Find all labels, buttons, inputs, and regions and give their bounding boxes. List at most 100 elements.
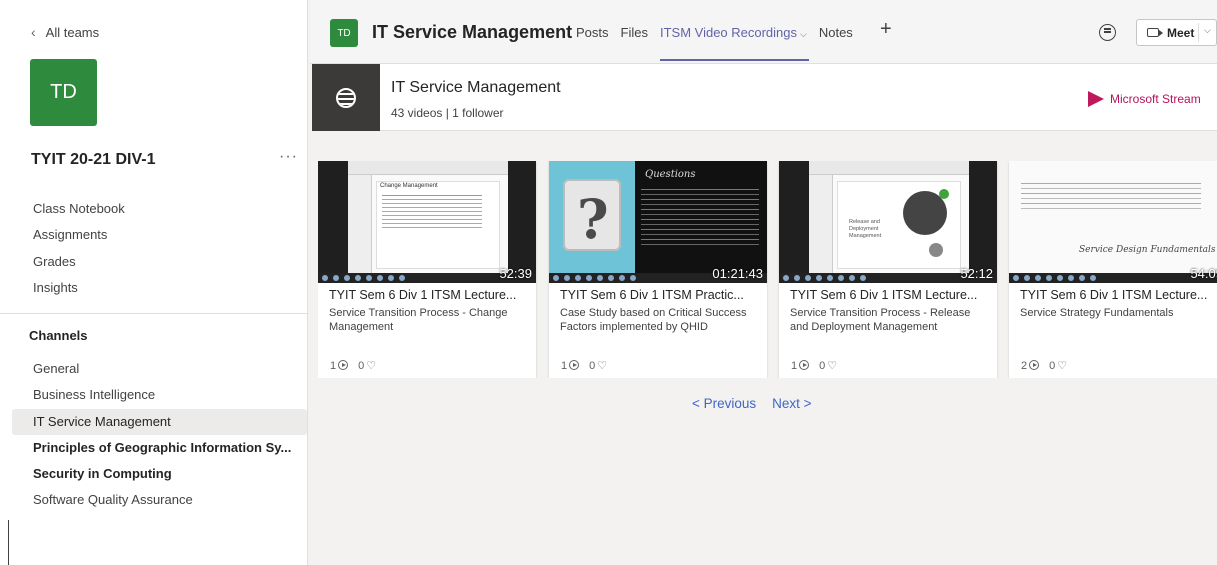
video-description: Case Study based on Critical Success Fac… <box>560 307 747 333</box>
team-avatar: TD <box>30 59 97 126</box>
video-thumbnail[interactable]: Change Management 52:39 <box>318 161 536 283</box>
channel-security-in-computing[interactable]: Security in Computing <box>0 461 308 487</box>
channel-it-service-management[interactable]: IT Service Management <box>12 408 307 435</box>
team-name[interactable]: TYIT 20-21 DIV-1 <box>31 151 156 169</box>
channel-business-intelligence[interactable]: Business Intelligence <box>0 382 308 408</box>
back-label: All teams <box>45 24 100 40</box>
slide-title: Service Design Fundamentals <box>1079 245 1216 255</box>
pagination: < Previous Next > <box>692 396 812 411</box>
stream-channel-title[interactable]: IT Service Management <box>391 79 561 97</box>
taskbar-strip <box>1009 273 1217 283</box>
globe-icon <box>336 87 356 108</box>
team-nav-list: Class Notebook Assignments Grades Insigh… <box>0 196 308 301</box>
video-thumbnail[interactable]: ? Questions 01:21:43 <box>549 161 767 283</box>
video-card[interactable]: Service Design Fundamentals 54:09 TYIT S… <box>1009 161 1217 378</box>
video-card[interactable]: Change Management 52:39 TYIT Sem 6 Div 1… <box>318 161 536 378</box>
video-card[interactable]: Release and Deployment Management 52:12 … <box>779 161 997 378</box>
slide-text-lines <box>1021 183 1201 184</box>
video-title[interactable]: TYIT Sem 6 Div 1 ITSM Lecture... <box>790 288 990 302</box>
video-card[interactable]: ? Questions 01:21:43 TYIT Sem 6 Div 1 IT… <box>549 161 767 378</box>
view-count: 2 <box>1021 359 1028 372</box>
video-title[interactable]: TYIT Sem 6 Div 1 ITSM Lecture... <box>1020 288 1217 302</box>
team-more-options-button[interactable]: ··· <box>279 148 298 166</box>
tab-label: ITSM Video Recordings <box>659 25 798 40</box>
divider <box>1198 23 1199 42</box>
channel-general[interactable]: General <box>0 356 308 382</box>
heart-icon[interactable]: ♡ <box>597 360 607 372</box>
video-stats: 2 0 ♡ <box>1021 359 1067 372</box>
tab-notes[interactable]: Notes <box>819 25 853 61</box>
conversation-icon[interactable] <box>1099 24 1116 41</box>
channel-team-avatar: TD <box>330 19 358 47</box>
stream-logo-icon <box>1088 91 1104 107</box>
like-count: 0 <box>1049 360 1056 372</box>
nav-item-grades[interactable]: Grades <box>0 249 308 275</box>
tab-files[interactable]: Files <box>621 25 648 61</box>
question-mark-icon: ? <box>577 187 609 251</box>
nav-item-assignments[interactable]: Assignments <box>0 222 308 248</box>
video-description: Service Transition Process - Change Mana… <box>329 307 508 333</box>
slide-title: Change Management <box>380 183 438 189</box>
video-title[interactable]: TYIT Sem 6 Div 1 ITSM Lecture... <box>329 288 529 302</box>
like-count: 0 <box>358 360 365 372</box>
stream-channel-banner: IT Service Management 43 videos | 1 foll… <box>312 64 1217 131</box>
tab-label: Posts <box>576 25 609 40</box>
video-grid: Change Management 52:39 TYIT Sem 6 Div 1… <box>318 161 1217 378</box>
meet-label: Meet <box>1167 25 1195 40</box>
back-to-all-teams[interactable]: ‹ All teams <box>31 24 99 40</box>
tab-label: Notes <box>818 25 853 40</box>
video-stats: 1 0 ♡ <box>330 359 376 372</box>
previous-page-link[interactable]: < Previous <box>692 396 756 411</box>
channel-list: General Business Intelligence IT Service… <box>0 356 308 514</box>
view-count: 1 <box>330 359 337 372</box>
tab-label: Files <box>620 25 648 40</box>
heart-icon[interactable]: ♡ <box>1057 360 1067 372</box>
stream-channel-logo <box>312 64 380 131</box>
divider <box>8 520 9 565</box>
video-description: Service Transition Process - Release and… <box>790 307 971 333</box>
slide-title: Release and Deployment Management <box>849 219 882 239</box>
channel-geographic-information-systems[interactable]: Principles of Geographic Information Sy.… <box>0 435 308 461</box>
heart-icon[interactable]: ♡ <box>827 360 837 372</box>
left-rail: ‹ All teams TD TYIT 20-21 DIV-1 ··· Clas… <box>0 0 308 565</box>
divider <box>0 313 308 314</box>
nav-item-insights[interactable]: Insights <box>0 275 308 301</box>
slide-thumbnail: Change Management <box>348 161 508 273</box>
video-stats: 1 0 ♡ <box>561 359 607 372</box>
channels-heading: Channels <box>29 328 88 343</box>
channel-tabs: Posts Files ITSM Video Recordings ⌵ Notes <box>576 25 865 61</box>
video-stats: 1 0 ♡ <box>791 359 837 372</box>
next-page-link[interactable]: Next > <box>772 396 811 411</box>
channel-software-quality-assurance[interactable]: Software Quality Assurance <box>0 487 308 513</box>
video-description: Service Strategy Fundamentals <box>1020 307 1174 319</box>
play-circle-icon <box>1029 359 1040 370</box>
meet-button[interactable]: Meet ⌵ <box>1136 19 1217 46</box>
chevron-left-icon: ‹ <box>31 24 36 40</box>
channel-header: TD IT Service Management Posts Files ITS… <box>310 0 1217 64</box>
tab-itsm-video-recordings[interactable]: ITSM Video Recordings ⌵ <box>659 25 809 61</box>
slide-title: Questions <box>645 169 696 180</box>
video-camera-icon <box>1147 28 1163 37</box>
view-count: 1 <box>791 359 798 372</box>
heart-icon[interactable]: ♡ <box>366 360 376 372</box>
video-duration: 52:12 <box>960 266 993 281</box>
slide-thumbnail: Release and Deployment Management <box>809 161 969 273</box>
video-thumbnail[interactable]: Release and Deployment Management 52:12 <box>779 161 997 283</box>
play-circle-icon <box>569 359 580 370</box>
stream-channel-stats: 43 videos | 1 follower <box>391 106 504 120</box>
channel-title: IT Service Management <box>372 22 573 42</box>
video-duration: 01:21:43 <box>712 266 763 281</box>
play-circle-icon <box>338 359 349 370</box>
microsoft-stream-link[interactable]: Microsoft Stream <box>1088 91 1201 107</box>
tab-posts[interactable]: Posts <box>576 25 609 61</box>
nav-item-class-notebook[interactable]: Class Notebook <box>0 196 308 222</box>
video-thumbnail[interactable]: Service Design Fundamentals 54:09 <box>1009 161 1217 283</box>
chevron-down-icon[interactable]: ⌵ <box>1204 25 1211 36</box>
view-count: 1 <box>561 359 568 372</box>
video-duration: 54:09 <box>1190 266 1217 281</box>
play-circle-icon <box>799 359 810 370</box>
like-count: 0 <box>589 360 596 372</box>
puzzle-image: ? <box>549 161 635 273</box>
video-title[interactable]: TYIT Sem 6 Div 1 ITSM Practic... <box>560 288 760 302</box>
add-tab-button[interactable]: + <box>880 18 892 41</box>
